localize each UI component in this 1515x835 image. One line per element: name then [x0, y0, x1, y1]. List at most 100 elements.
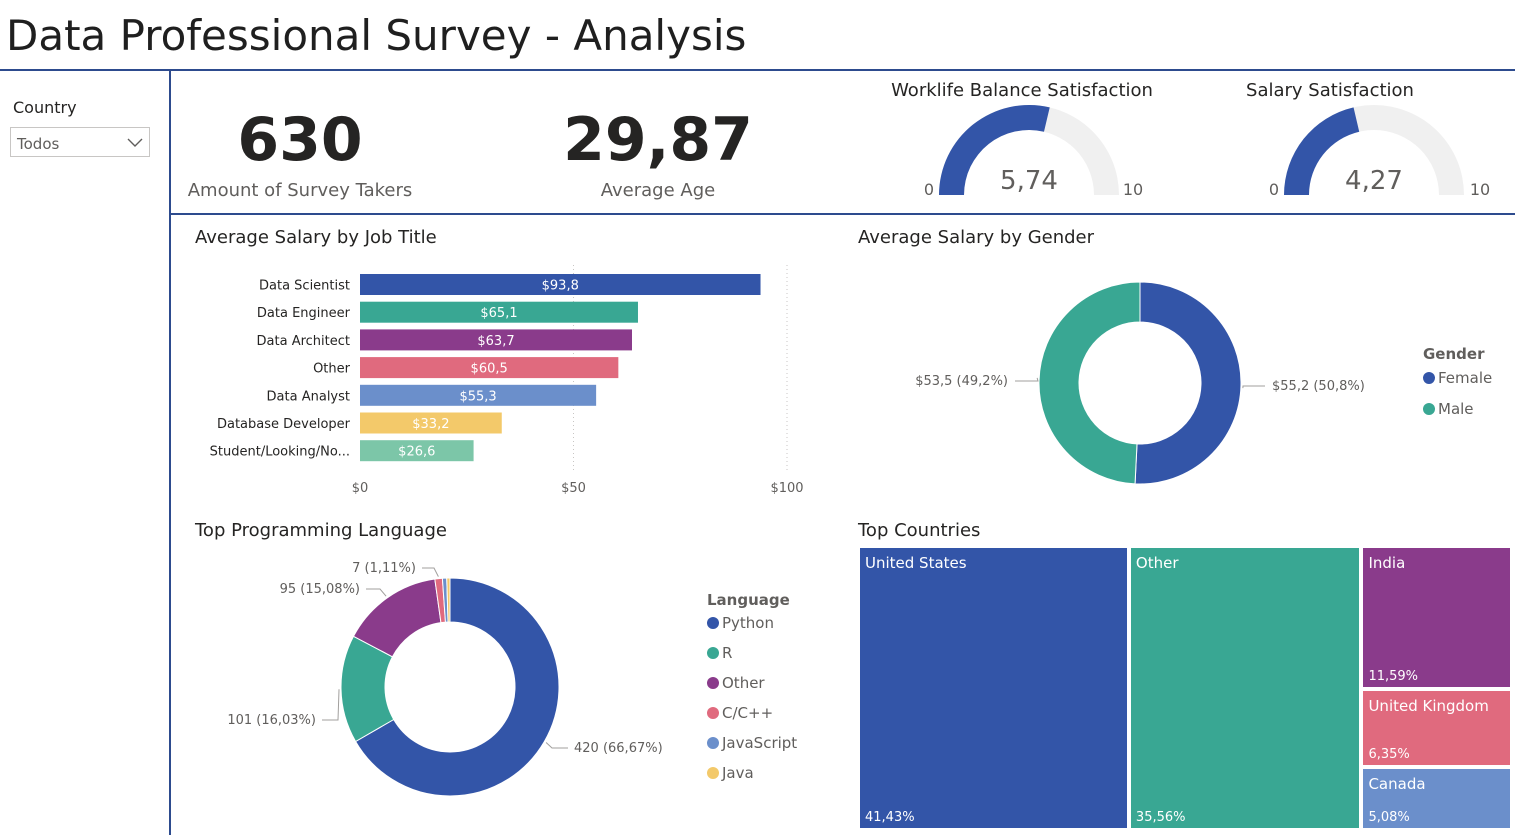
slice-male[interactable]: [1038, 281, 1141, 485]
treemap-tile-united-kingdom[interactable]: United Kingdom 6,35%: [1361, 688, 1512, 768]
country-slicer-dropdown[interactable]: Todos: [10, 127, 150, 157]
salary-by-job-chart: $0 $50 $100 Data Scientist $93,8 Data Enginee…: [210, 265, 804, 496]
gauge-max-label: 10: [1470, 180, 1490, 199]
treemap-tile-united-states[interactable]: United States 41,43%: [858, 546, 1129, 830]
legend-item-python[interactable]: Python: [707, 614, 774, 632]
worklife-gauge-title: Worklife Balance Satisfaction: [891, 80, 1153, 101]
average-age-value: 29,87: [563, 105, 753, 175]
legend-marker: [707, 707, 719, 719]
country-slicer-label: Country: [13, 98, 77, 117]
top-language-title: Top Programming Language: [195, 520, 447, 541]
slice-female[interactable]: [1134, 281, 1242, 485]
header-divider: [0, 69, 1515, 71]
top-countries-treemap: United States 41,43% Other 35,56% India 11,59…: [858, 546, 1512, 830]
bar-category-label: Data Analyst: [267, 389, 350, 404]
legend-marker: [707, 617, 719, 629]
legend-marker: [707, 767, 719, 779]
legend-item-female[interactable]: Female: [1423, 369, 1492, 387]
top-countries-title: Top Countries: [858, 520, 981, 541]
legend-item-other[interactable]: Other: [707, 674, 765, 692]
slice-data-label: $55,2 (50,8%): [1272, 379, 1365, 394]
survey-takers-value: 630: [237, 105, 363, 175]
legend-marker: [1423, 403, 1435, 415]
bar-data-label: $26,6: [398, 445, 435, 460]
gauge-value-label: 4,27: [1345, 166, 1403, 196]
bar-data-label: $93,8: [542, 279, 579, 294]
legend-item-java[interactable]: Java: [707, 764, 754, 782]
bar-category-label: Student/Looking/No...: [210, 445, 350, 460]
x-tick-label: $100: [770, 481, 803, 496]
salary-by-gender-title: Average Salary by Gender: [858, 227, 1095, 248]
legend-label: Python: [722, 614, 774, 632]
treemap-tile-india[interactable]: India 11,59%: [1361, 546, 1512, 689]
tile-percent: 35,56%: [1135, 810, 1186, 825]
leader-line: [422, 567, 439, 577]
tile-percent: 11,59%: [1368, 668, 1419, 684]
tile-label: United Kingdom: [1368, 696, 1489, 715]
tile-label: Canada: [1368, 775, 1426, 794]
bar-category-label: Other: [313, 362, 351, 377]
slice-data-label: 95 (15,08%): [280, 582, 360, 597]
gender-legend-title: Gender: [1423, 345, 1485, 363]
country-slicer-value: Todos: [17, 135, 60, 153]
tile-percent: 41,43%: [865, 810, 915, 825]
leader-line: [1242, 385, 1265, 389]
worklife-gauge: 5,74 0 10: [924, 104, 1143, 199]
average-age-label: Average Age: [600, 180, 716, 201]
top-language-chart: 420 (66,67%) 101 (16,03%) 95 (15,08%) 7 (1,…: [227, 561, 663, 797]
gauge-max-label: 10: [1123, 180, 1143, 199]
x-tick-label: $0: [352, 481, 369, 496]
page-title: Data Professional Survey - Analysis: [6, 11, 747, 60]
slice-data-label: 7 (1,11%): [352, 561, 416, 576]
salary-gauge-title: Salary Satisfaction: [1246, 80, 1414, 101]
chevron-down-icon: [127, 138, 143, 147]
gauge-value-label: 5,74: [1000, 166, 1058, 196]
salary-gauge: 4,27 0 10: [1269, 105, 1490, 199]
legend-label: Male: [1438, 400, 1474, 418]
treemap-tile-other[interactable]: Other 35,56%: [1128, 546, 1362, 830]
legend-label: C/C++: [722, 704, 774, 722]
legend-label: Other: [722, 674, 765, 692]
legend-label: JavaScript: [722, 734, 798, 752]
legend-label: Female: [1438, 369, 1493, 387]
tile-percent: 5,08%: [1368, 809, 1410, 825]
salary-by-gender-chart: $55,2 (50,8%) $53,5 (49,2%): [915, 281, 1365, 485]
leader-line: [1015, 377, 1039, 382]
bar-category-label: Data Architect: [257, 334, 350, 349]
survey-takers-label: Amount of Survey Takers: [187, 180, 413, 201]
bar-data-label: $65,1: [480, 306, 517, 321]
slice-data-label: 420 (66,67%): [574, 741, 663, 756]
bar-data-label: $55,3: [459, 389, 496, 404]
bar-category-label: Data Engineer: [257, 306, 351, 321]
legend-marker: [707, 677, 719, 689]
slice-data-label: 101 (16,03%): [227, 713, 316, 728]
gauge-min-label: 0: [924, 180, 934, 199]
leader-line: [366, 588, 387, 597]
kpi-divider: [171, 213, 1515, 215]
treemap-tile-canada[interactable]: Canada 5,08%: [1361, 767, 1512, 830]
tile-label: India: [1368, 554, 1406, 572]
leader-line: [322, 689, 340, 721]
legend-marker: [1423, 372, 1435, 384]
legend-marker: [707, 647, 719, 659]
bar-category-label: Database Developer: [217, 417, 351, 432]
gauge-min-label: 0: [1269, 180, 1279, 199]
tile-percent: 6,35%: [1368, 747, 1410, 763]
bar-data-label: $63,7: [477, 334, 514, 349]
salary-by-job-title: Average Salary by Job Title: [195, 227, 437, 248]
language-legend-title: Language: [707, 591, 790, 609]
tile-label: Other: [1135, 554, 1179, 572]
legend-label: Java: [722, 764, 754, 782]
leader-line: [545, 742, 568, 749]
x-tick-label: $50: [561, 481, 586, 496]
bar-data-label: $33,2: [412, 417, 449, 432]
tile-label: United States: [865, 554, 967, 572]
legend-label: R: [722, 644, 733, 662]
legend-item-javascript[interactable]: JavaScript: [707, 734, 797, 752]
legend-item-c-c[interactable]: C/C++: [707, 704, 773, 722]
legend-marker: [707, 737, 719, 749]
legend-item-male[interactable]: Male: [1423, 400, 1474, 418]
bar-data-label: $60,5: [471, 362, 508, 377]
legend-item-r[interactable]: R: [707, 644, 732, 662]
slice-data-label: $53,5 (49,2%): [915, 374, 1008, 389]
